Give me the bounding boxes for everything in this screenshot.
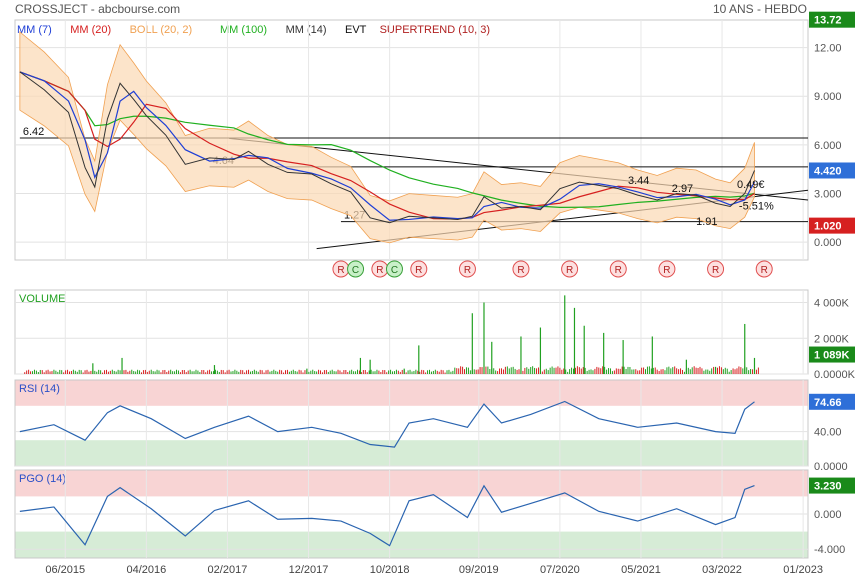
ytick-label-RSI: 0.0000 [814,461,848,473]
value-badge-label: 1 089K [814,350,850,362]
reference-label-6.42: 6.42 [23,126,44,138]
value-badge-label: 1.020 [814,221,842,233]
ytick-label-PGO: 0.000 [814,509,842,521]
event-marker-label: R [517,265,524,276]
stock-chart: MM (7) MM (20) BOLL (20, 2) MM (100) MM (14)… [14,11,855,576]
ytick-label-price: 0.000 [814,237,842,249]
event-marker-label: R [464,265,471,276]
event-marker-label: C [391,265,398,276]
panel-title-RSI: RSI (14) [19,383,60,395]
bollinger-band [19,31,755,244]
ytick-label-volume: 4 000K [814,298,850,310]
legend-item-5: EVT [345,24,367,36]
legend-item-4: MM (14) [286,24,327,36]
value-badge-label: 3.230 [814,481,842,493]
event-marker-label: R [615,265,622,276]
xtick-label: 12/2017 [289,564,329,576]
annotation-label: 1.91 [696,216,717,228]
xtick-label: 10/2018 [370,564,410,576]
legend-item-1: MM (20) [70,24,111,36]
event-marker-label: R [337,265,344,276]
ytick-label-price: 9.000 [814,91,842,103]
event-marker-label: R [712,265,719,276]
xtick-label: 04/2016 [126,564,166,576]
event-marker-label: R [376,265,383,276]
value-badge-label: 74.66 [814,397,842,409]
ytick-label-price: 12.00 [814,43,842,55]
xtick-label: 03/2022 [702,564,742,576]
annotation-label: -5.51% [739,201,774,213]
zone-RSI-0 [15,380,808,406]
zone-PGO-0 [15,470,808,497]
zone-RSI-1 [15,440,808,466]
ytick-label-volume: 2 000K [814,333,850,345]
xtick-label: 05/2021 [621,564,661,576]
ytick-label-PGO: -4.000 [814,544,845,556]
annotation-label: 0.49€ [737,179,765,191]
annotation-label: 2.97 [672,183,693,195]
ytick-label-price: 3.000 [814,189,842,201]
event-marker-label: R [566,265,573,276]
event-marker-label: R [761,265,768,276]
xtick-label: 02/2017 [208,564,248,576]
legend-item-2: BOLL (20, 2) [130,24,193,36]
xtick-label: 01/2023 [783,564,823,576]
panel-title-volume: VOLUME [19,293,65,305]
value-badge-label: 4.420 [814,165,842,177]
event-marker-label: C [352,265,359,276]
xtick-label: 09/2019 [459,564,499,576]
zone-PGO-1 [15,531,808,558]
ytick-label-price: 6.000 [814,140,842,152]
xtick-label: 06/2015 [45,564,85,576]
value-badge-label: 13.72 [814,15,842,27]
event-marker-label: R [415,265,422,276]
annotation-label: 3.44 [628,175,649,187]
ytick-label-RSI: 40.00 [814,427,842,439]
ytick-label-volume: 0.0000K [814,369,855,381]
panel-title-PGO: PGO (14) [19,473,66,485]
event-marker-label: R [663,265,670,276]
xtick-label: 07/2020 [540,564,580,576]
legend-item-6: SUPERTREND (10, 3) [380,24,490,36]
